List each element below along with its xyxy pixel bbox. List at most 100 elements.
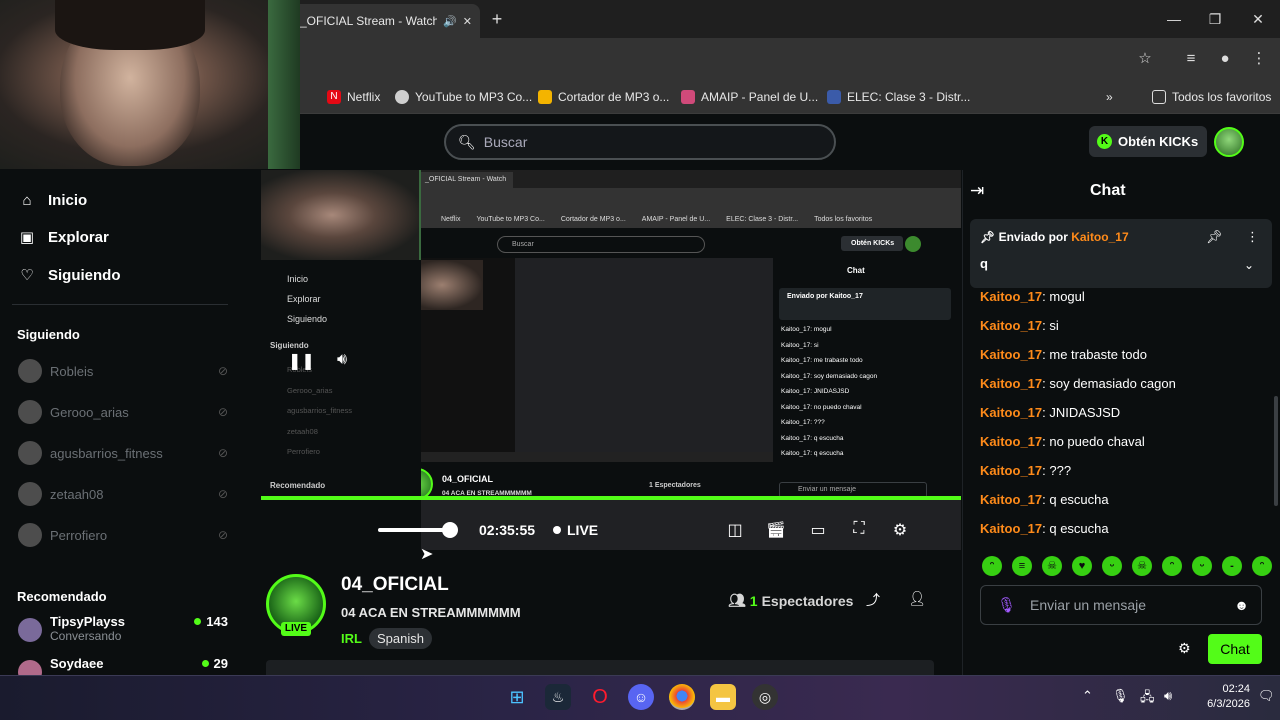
- file-explorer-icon[interactable]: ▬: [710, 684, 736, 710]
- tray-volume-icon[interactable]: 🔊︎: [1164, 688, 1172, 704]
- browser-tab[interactable]: _OFICIAL Stream - Watch 🔊 ✕: [292, 4, 480, 38]
- bookmark-amaip[interactable]: AMAIP - Panel de U...: [681, 86, 818, 108]
- language-tag[interactable]: Spanish: [369, 628, 432, 649]
- search-input[interactable]: 🔍︎ Buscar: [444, 124, 836, 160]
- theater-mode-icon[interactable]: ▭: [806, 520, 830, 540]
- notification-icon[interactable]: 🗨︎: [1258, 688, 1275, 704]
- fullscreen-icon[interactable]: ⛶: [847, 520, 871, 538]
- share-icon[interactable]: ⤴: [864, 590, 882, 610]
- emote-icon[interactable]: ☠: [1132, 556, 1152, 576]
- chat-username[interactable]: Kaitoo_17: [980, 376, 1042, 391]
- emote-icon[interactable]: ᵕ: [1102, 556, 1122, 576]
- volume-knob[interactable]: [442, 522, 458, 538]
- offline-icon: ⊘: [217, 528, 228, 542]
- chat-username[interactable]: Kaitoo_17: [980, 347, 1042, 362]
- chat-username[interactable]: Kaitoo_17: [980, 463, 1042, 478]
- nested-msg: Kaitoo_17: ???: [781, 419, 825, 426]
- bookmark-cortador[interactable]: Cortador de MP3 o...: [538, 86, 669, 108]
- maximize-icon[interactable]: ❐: [1203, 8, 1227, 30]
- channel-name[interactable]: 04_OFICIAL: [341, 574, 449, 596]
- minimize-icon[interactable]: —: [1162, 8, 1186, 30]
- chat-scrollbar[interactable]: [1274, 396, 1278, 506]
- followed-channel[interactable]: zetaah08 ⊘: [18, 481, 228, 507]
- tray-mic-icon[interactable]: 🎙︎: [1112, 688, 1129, 704]
- emote-icon[interactable]: -: [1222, 556, 1242, 576]
- pip-icon[interactable]: ◫: [723, 520, 747, 540]
- new-tab-icon[interactable]: +: [486, 8, 508, 30]
- live-dot: [201, 660, 209, 667]
- bookmark-youtube-mp3[interactable]: YouTube to MP3 Co...: [395, 86, 532, 108]
- discord-icon[interactable]: ☺: [628, 684, 654, 710]
- speaker-icon[interactable]: 🔊: [443, 15, 457, 28]
- menu-dots-icon[interactable]: ⋮: [1248, 48, 1270, 70]
- followed-channel[interactable]: Robleis ⊘: [18, 358, 228, 384]
- followed-channel[interactable]: Gerooo_arias ⊘: [18, 399, 228, 425]
- get-kicks-button[interactable]: K Obtén KICKs: [1089, 126, 1207, 157]
- settings-icon[interactable]: ⚙: [888, 520, 912, 540]
- chevron-down-icon[interactable]: ⌄: [1244, 258, 1254, 272]
- microphone-icon[interactable]: 🎙︎: [997, 596, 1016, 614]
- recommended-channel[interactable]: TipsyPlayss Conversando 143: [18, 614, 228, 648]
- chat-username[interactable]: Kaitoo_17: [980, 405, 1042, 420]
- opera-icon[interactable]: O: [587, 684, 613, 710]
- pinned-user[interactable]: Kaitoo_17: [1071, 230, 1128, 244]
- nav-siguiendo[interactable]: ♡ Siguiendo: [18, 263, 120, 287]
- emote-icon[interactable]: ᵔ: [1162, 556, 1182, 576]
- chat-username[interactable]: Kaitoo_17: [980, 521, 1042, 536]
- user-avatar[interactable]: [1214, 127, 1244, 157]
- followed-channel[interactable]: agusbarrios_fitness ⊘: [18, 440, 228, 466]
- chat-input[interactable]: 🎙︎ Enviar un mensaje ☻: [980, 585, 1262, 625]
- chrome-icon[interactable]: [669, 684, 695, 710]
- chat-username[interactable]: Kaitoo_17: [980, 289, 1042, 304]
- close-window-icon[interactable]: ✕: [1246, 8, 1270, 30]
- recommended-heading: Recomendado: [17, 589, 107, 604]
- collapse-chat-icon[interactable]: ⇥: [970, 181, 984, 201]
- emote-icon[interactable]: ♥: [1072, 556, 1092, 576]
- volume-icon[interactable]: 🔊︎: [330, 351, 354, 369]
- emoji-icon[interactable]: ☻: [1234, 597, 1249, 613]
- clip-icon[interactable]: 🎬︎: [764, 520, 788, 540]
- close-tab-icon[interactable]: ✕: [463, 15, 472, 28]
- steam-icon[interactable]: ♨: [545, 684, 571, 710]
- category-link[interactable]: IRL: [341, 631, 362, 646]
- obs-icon[interactable]: ◎: [752, 684, 778, 710]
- chat-username[interactable]: Kaitoo_17: [980, 492, 1042, 507]
- chat-settings-icon[interactable]: ⚙: [1178, 640, 1191, 657]
- chat-username[interactable]: Kaitoo_17: [980, 318, 1042, 333]
- pause-icon[interactable]: ❚❚: [288, 351, 315, 371]
- progress-bar[interactable]: [261, 496, 961, 500]
- nested-nav-item: Inicio: [287, 274, 309, 284]
- tray-chevron-icon[interactable]: ⌃: [1082, 688, 1093, 704]
- emote-icon[interactable]: ᵔ: [1252, 556, 1272, 576]
- bookmark-elec[interactable]: ELEC: Clase 3 - Distr...: [827, 86, 970, 108]
- bookmark-netflix[interactable]: N Netflix: [327, 86, 380, 108]
- nested-chat-title: Chat: [847, 266, 865, 275]
- explore-icon: ▣: [19, 229, 35, 246]
- bookmarks-overflow-icon[interactable]: »: [1106, 86, 1113, 108]
- follow-icon[interactable]: 👤︎: [908, 590, 926, 607]
- chat-message: Kaitoo_17: mogul: [980, 289, 1085, 304]
- tray-network-icon[interactable]: 🖧: [1140, 688, 1155, 710]
- recommended-channel[interactable]: Soydaee 29: [18, 656, 228, 675]
- chat-username[interactable]: Kaitoo_17: [980, 434, 1042, 449]
- taskbar-clock[interactable]: 02:24 6/3/2026: [1204, 682, 1250, 712]
- nav-explorar[interactable]: ▣ Explorar: [18, 225, 109, 249]
- send-chat-button[interactable]: Chat: [1208, 634, 1262, 664]
- emote-icon[interactable]: ᵕ: [1192, 556, 1212, 576]
- emote-icon[interactable]: ≡: [1012, 556, 1032, 576]
- more-options-icon[interactable]: ⋮: [1246, 229, 1259, 245]
- unpin-icon[interactable]: 📌︎: [1206, 229, 1223, 245]
- all-bookmarks[interactable]: Todos los favoritos: [1152, 86, 1271, 108]
- profile-icon[interactable]: ●: [1214, 48, 1236, 70]
- nav-inicio[interactable]: ⌂ Inicio: [18, 188, 87, 212]
- media-icon[interactable]: ≡: [1180, 48, 1202, 70]
- emote-icon[interactable]: ᵔ: [982, 556, 1002, 576]
- followed-channel[interactable]: Perrofiero ⊘: [18, 522, 228, 548]
- mouse-cursor: ➤: [420, 546, 434, 563]
- viewer-count-value: 29: [213, 656, 228, 671]
- emote-icon[interactable]: ☠: [1042, 556, 1062, 576]
- windows-start-icon[interactable]: ⊞: [504, 684, 530, 710]
- star-icon[interactable]: ☆: [1134, 48, 1156, 70]
- volume-slider[interactable]: [378, 528, 450, 532]
- emote-bar: ᵔ ≡ ☠ ♥ ᵕ ☠ ᵔ ᵕ - ᵔ: [982, 556, 1272, 578]
